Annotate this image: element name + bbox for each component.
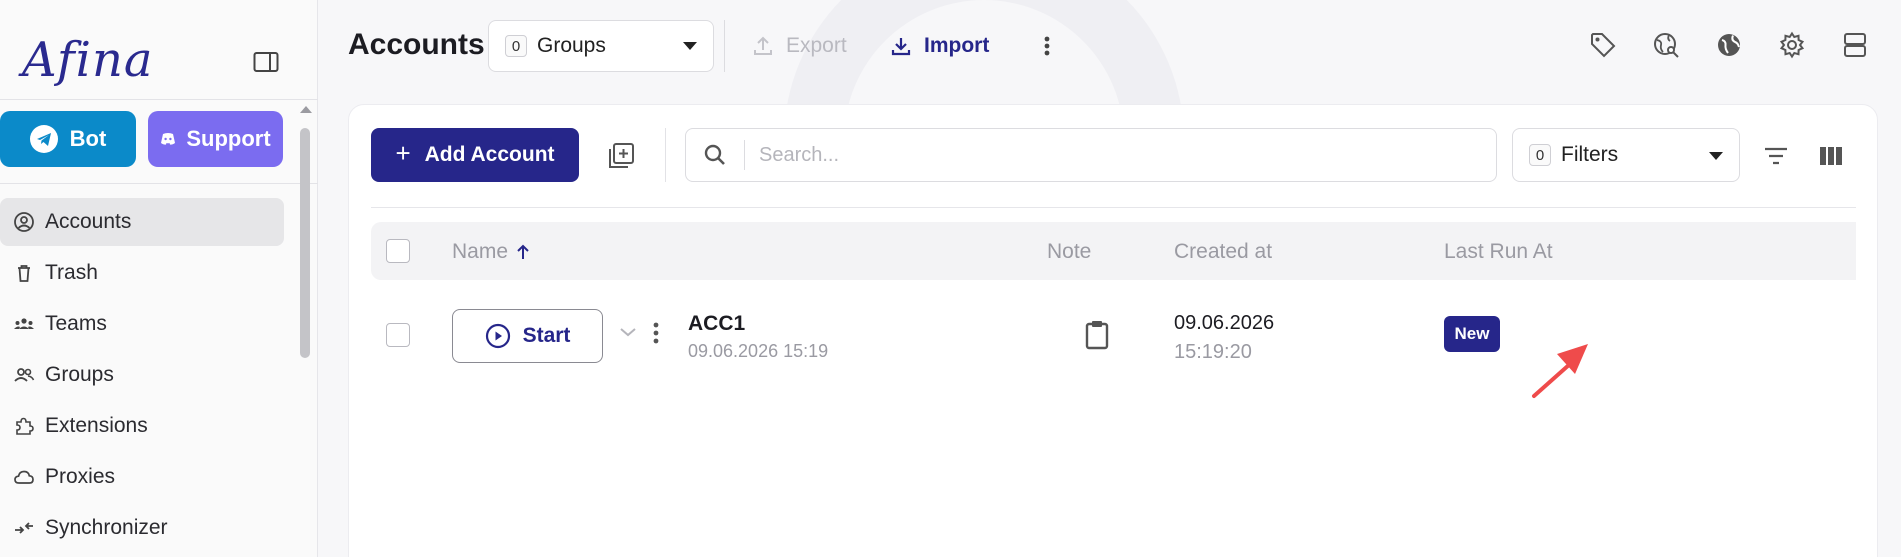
new-badge: New: [1444, 316, 1500, 352]
divider: [0, 183, 318, 184]
clipboard-icon[interactable]: [1083, 319, 1111, 356]
header-icons: [1586, 28, 1871, 61]
support-button[interactable]: Support: [148, 111, 283, 167]
user-circle-icon: [14, 212, 34, 232]
sidebar-item-label: Synchronizer: [45, 516, 168, 539]
main-content: Accounts 0 Groups Export Import + Add Ac…: [319, 0, 1901, 557]
filters-select[interactable]: 0 Filters: [1512, 128, 1740, 182]
sidebar-item-groups[interactable]: Groups: [0, 351, 284, 399]
table-row[interactable]: Start ACC1 09.06.2026 15:19 09.06.2026 1…: [371, 295, 1856, 375]
annotation-arrow-icon: [1532, 344, 1588, 398]
groups-count: 0: [505, 35, 527, 57]
sidebar-item-proxies[interactable]: Proxies: [0, 453, 284, 501]
column-name-label: Name: [452, 240, 509, 263]
groups-select-label: Groups: [537, 34, 606, 57]
accounts-card: + Add Account 0 Filters: [348, 104, 1878, 557]
discord-icon: [161, 133, 176, 145]
groups-select[interactable]: 0 Groups: [488, 20, 714, 72]
sidebar-item-label: Teams: [45, 312, 107, 335]
search-input[interactable]: [745, 129, 1496, 181]
divider: [0, 99, 318, 100]
add-multiple-icon[interactable]: [606, 141, 636, 171]
divider: [724, 20, 725, 72]
chevron-down-icon[interactable]: [619, 325, 637, 343]
more-vertical-icon[interactable]: [1037, 28, 1057, 64]
sidebar-collapse-icon[interactable]: [252, 50, 280, 74]
sort-ascending-icon: [517, 244, 529, 259]
cloud-icon: [14, 470, 34, 484]
table-header: Name Note Created at Last Run At: [371, 222, 1856, 280]
more-vertical-icon[interactable]: [653, 321, 659, 350]
play-circle-icon: [485, 323, 510, 349]
sidebar-scrollbar[interactable]: [297, 104, 313, 557]
app-logo[interactable]: Afina: [22, 32, 153, 88]
export-label: Export: [786, 34, 847, 57]
column-note[interactable]: Note: [1047, 240, 1091, 264]
divider: [371, 207, 1856, 208]
columns-icon[interactable]: [1816, 141, 1846, 171]
column-last-run-at[interactable]: Last Run At: [1444, 240, 1553, 264]
sidebar-item-label: Groups: [45, 363, 114, 386]
bot-label: Bot: [69, 126, 107, 151]
filters-count: 0: [1529, 144, 1551, 166]
account-date: 09.06.2026 15:19: [688, 341, 829, 361]
globe-icon[interactable]: [1712, 28, 1745, 61]
start-label: Start: [522, 324, 571, 347]
import-button[interactable]: Import: [890, 28, 989, 64]
teams-icon: [14, 318, 34, 329]
page-title: Accounts: [348, 28, 485, 61]
sort-lines-icon[interactable]: [1761, 141, 1791, 171]
created-date: 09.06.2026: [1174, 312, 1275, 334]
bot-button[interactable]: Bot: [0, 111, 136, 167]
account-name[interactable]: ACC1: [688, 312, 745, 336]
created-time: 15:19:20: [1174, 341, 1252, 363]
sidebar-item-extensions[interactable]: Extensions: [0, 402, 284, 450]
select-all-checkbox[interactable]: [386, 239, 410, 263]
sync-icon: [15, 522, 33, 534]
tag-icon[interactable]: [1586, 28, 1619, 61]
scroll-thumb[interactable]: [300, 128, 310, 358]
scroll-up-icon[interactable]: [300, 106, 312, 113]
export-button[interactable]: Export: [752, 28, 847, 64]
download-icon: [891, 38, 911, 56]
filters-select-label: Filters: [1561, 143, 1619, 166]
layout-icon[interactable]: [1838, 28, 1871, 61]
column-created-at[interactable]: Created at: [1174, 240, 1272, 264]
search-icon: [686, 143, 744, 167]
caret-down-icon: [683, 42, 697, 50]
sidebar: Afina Bot Support Accounts Trash Teams G…: [0, 0, 318, 557]
column-name[interactable]: Name: [452, 240, 530, 264]
add-account-button[interactable]: + Add Account: [371, 128, 579, 182]
sidebar-item-trash[interactable]: Trash: [0, 249, 284, 297]
sidebar-item-accounts[interactable]: Accounts: [0, 198, 284, 246]
divider: [665, 128, 666, 182]
sidebar-nav: Accounts Trash Teams Groups Extensions P…: [0, 198, 284, 555]
sidebar-item-synchronizer[interactable]: Synchronizer: [0, 504, 284, 552]
row-checkbox[interactable]: [386, 323, 410, 347]
telegram-icon: [29, 125, 58, 153]
support-label: Support: [186, 126, 271, 151]
puzzle-icon: [16, 417, 34, 435]
sidebar-item-label: Trash: [45, 261, 98, 284]
caret-down-icon: [1709, 152, 1723, 160]
start-button[interactable]: Start: [452, 309, 603, 363]
gear-icon[interactable]: [1775, 28, 1808, 61]
sidebar-item-label: Accounts: [45, 210, 132, 233]
plus-icon: +: [395, 138, 411, 168]
sidebar-item-label: Extensions: [45, 414, 148, 437]
sidebar-item-label: Proxies: [45, 465, 116, 488]
groups-icon: [14, 368, 35, 382]
upload-icon: [754, 36, 772, 55]
trash-icon: [18, 265, 30, 282]
globe-key-icon[interactable]: [1649, 28, 1682, 61]
search-box: [685, 128, 1497, 182]
sidebar-item-teams[interactable]: Teams: [0, 300, 284, 348]
add-account-label: Add Account: [424, 143, 555, 166]
import-label: Import: [924, 34, 990, 57]
